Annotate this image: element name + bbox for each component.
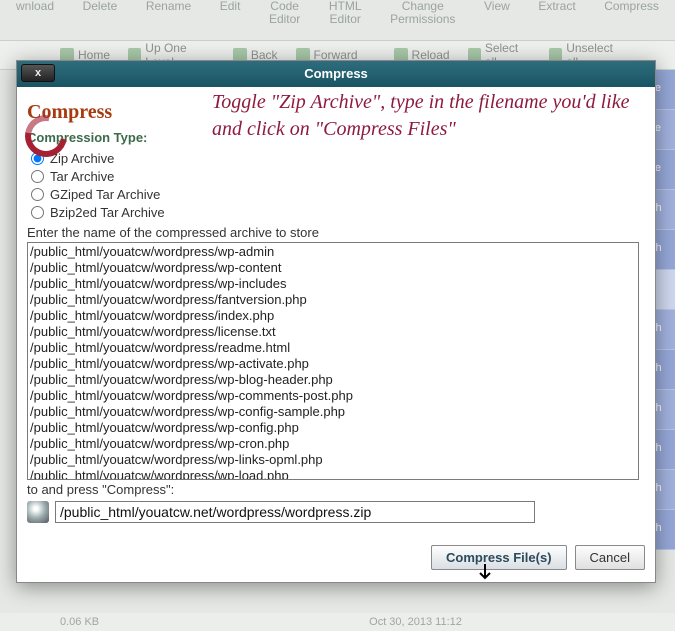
radio-tar-input[interactable] — [31, 170, 44, 183]
radio-gzip[interactable]: GZiped Tar Archive — [31, 185, 645, 203]
file-list-item[interactable]: /public_html/youatcw/wordpress/wp-load.p… — [30, 468, 636, 480]
file-list-item[interactable]: /public_html/youatcw/wordpress/fantversi… — [30, 292, 636, 308]
radio-bzip2-input[interactable] — [31, 206, 44, 219]
tb-change-perm[interactable]: ChangePermissions — [386, 0, 459, 26]
compression-type-label: Compression Type: — [27, 130, 645, 145]
tb-delete[interactable]: Delete — [79, 0, 122, 13]
tb-extract[interactable]: Extract — [534, 0, 579, 13]
bg-top-toolbar: wnload Delete Rename Edit CodeEditor HTM… — [0, 0, 675, 40]
radio-tar[interactable]: Tar Archive — [31, 167, 645, 185]
tb-code-editor[interactable]: CodeEditor — [265, 0, 304, 26]
enter-archive-label: Enter the name of the compressed archive… — [27, 225, 645, 240]
file-list-item[interactable]: /public_html/youatcw/wordpress/wp-links-… — [30, 452, 636, 468]
compress-heading: Compress — [27, 101, 645, 124]
dialog-titlebar: x Compress — [17, 61, 655, 87]
file-list-item[interactable]: /public_html/youatcw/wordpress/wp-config… — [30, 420, 636, 436]
tb-compress[interactable]: Compress — [600, 0, 663, 13]
compress-dialog: x Compress Compress Compression Type: Zi… — [16, 60, 656, 583]
to-and-press-label: to and press "Compress": — [27, 482, 645, 497]
file-list-textarea[interactable]: /public_html/youatcw/wordpress/wp-admin/… — [27, 242, 639, 480]
tb-download[interactable]: wnload — [12, 0, 58, 13]
compress-files-button[interactable]: Compress File(s) — [431, 545, 566, 570]
file-list-item[interactable]: /public_html/youatcw/wordpress/readme.ht… — [30, 340, 636, 356]
radio-tar-label: Tar Archive — [50, 169, 114, 184]
file-list-item[interactable]: /public_html/youatcw/wordpress/wp-config… — [30, 404, 636, 420]
dialog-title: Compress — [304, 66, 368, 81]
tb-rename[interactable]: Rename — [142, 0, 195, 13]
status-size: 0.06 KB — [60, 616, 99, 628]
bg-statusbar: 0.06 KB Oct 30, 2013 11:12 — [0, 613, 675, 631]
file-list-item[interactable]: /public_html/youatcw/wordpress/wp-commen… — [30, 388, 636, 404]
home-icon — [27, 501, 49, 523]
file-list-item[interactable]: /public_html/youatcw/wordpress/wp-cron.p… — [30, 436, 636, 452]
tb-edit[interactable]: Edit — [216, 0, 245, 13]
tb-html-editor[interactable]: HTMLEditor — [325, 0, 366, 26]
file-list-item[interactable]: /public_html/youatcw/wordpress/wp-conten… — [30, 260, 636, 276]
status-date: Oct 30, 2013 11:12 — [369, 616, 462, 628]
close-button[interactable]: x — [21, 64, 55, 82]
radio-gzip-label: GZiped Tar Archive — [50, 187, 160, 202]
file-list-item[interactable]: /public_html/youatcw/wordpress/license.t… — [30, 324, 636, 340]
radio-gzip-input[interactable] — [31, 188, 44, 201]
file-list-item[interactable]: /public_html/youatcw/wordpress/index.php — [30, 308, 636, 324]
cancel-button[interactable]: Cancel — [575, 545, 645, 570]
radio-zip-input[interactable] — [31, 152, 44, 165]
tb-view[interactable]: View — [480, 0, 514, 13]
radio-bzip2[interactable]: Bzip2ed Tar Archive — [31, 203, 645, 221]
file-list-item[interactable]: /public_html/youatcw/wordpress/wp-includ… — [30, 276, 636, 292]
file-list-item[interactable]: /public_html/youatcw/wordpress/wp-blog-h… — [30, 372, 636, 388]
file-list-item[interactable]: /public_html/youatcw/wordpress/wp-admin — [30, 244, 636, 260]
radio-zip-label: Zip Archive — [50, 151, 114, 166]
radio-bzip2-label: Bzip2ed Tar Archive — [50, 205, 165, 220]
file-list-item[interactable]: /public_html/youatcw/wordpress/wp-activa… — [30, 356, 636, 372]
radio-zip[interactable]: Zip Archive — [31, 149, 645, 167]
destination-path-input[interactable] — [55, 501, 535, 523]
